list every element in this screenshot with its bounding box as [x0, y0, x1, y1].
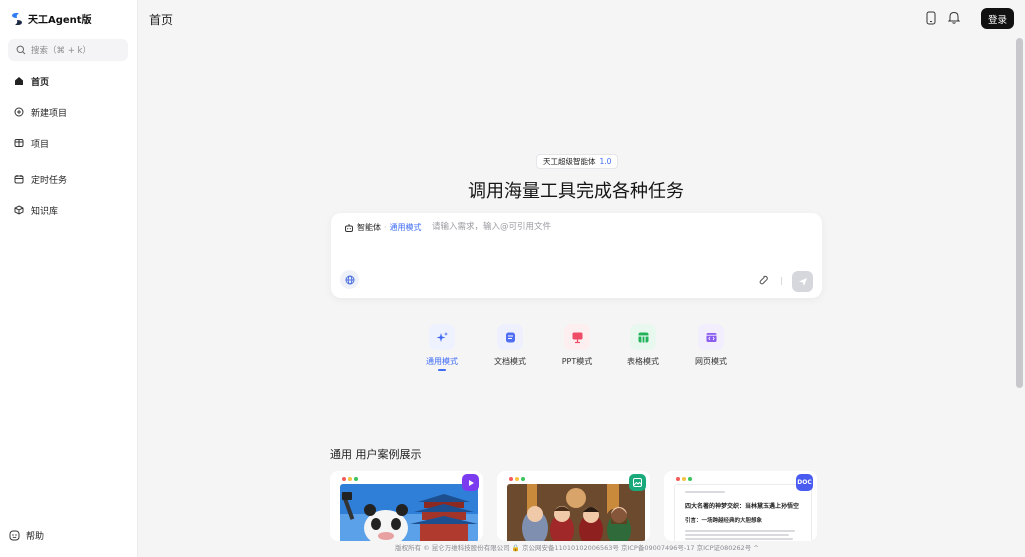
mode-icon-bg — [429, 324, 455, 350]
web-search-toggle[interactable] — [340, 270, 359, 289]
agent-mode-label: 通用模式 — [389, 223, 422, 232]
mode-general[interactable]: 通用模式 — [412, 324, 472, 371]
sidebar-item-knowledge-base[interactable]: 知识库 — [8, 199, 128, 221]
mode-icon-bg — [497, 324, 523, 350]
app-logo[interactable]: 天工Agent版 — [10, 11, 92, 26]
mode-label: 网页模式 — [695, 357, 727, 366]
video-tag — [462, 474, 479, 491]
home-icon — [15, 77, 23, 85]
hero-title: 调用海量工具完成各种任务 — [468, 181, 684, 202]
mode-icon-bg — [564, 324, 590, 350]
mode-label: 通用模式 — [426, 357, 458, 366]
help-button[interactable]: 帮助 — [9, 529, 44, 542]
sidebar-item-label: 首页 — [31, 77, 50, 88]
mode-icon-bg — [630, 324, 656, 350]
calendar-icon — [14, 175, 24, 184]
toolbar-divider — [781, 277, 782, 285]
sidebar: 天工Agent版 搜索（⌘ + k） 首页 新建项目 项目 定时任务 知识库 帮… — [0, 0, 138, 557]
sidebar-item-label: 知识库 — [31, 206, 59, 217]
mode-icon-bg — [698, 324, 724, 350]
case-card-characters[interactable] — [497, 471, 650, 541]
phone-icon[interactable] — [926, 11, 936, 25]
search-icon — [16, 45, 26, 55]
product-badge: 天工超级智能体 1.0 — [536, 154, 619, 169]
window-dots — [509, 477, 525, 481]
footer-legal: 版权所有 © 昆仑万维科技股份有限公司 🔒 京公网安备1101010200656… — [395, 544, 759, 552]
globe-icon — [345, 275, 354, 284]
mode-document[interactable]: 文档模式 — [480, 324, 540, 367]
mode-webpage[interactable]: 网页模式 — [681, 324, 741, 367]
doc-tag-label: DOC — [797, 479, 812, 486]
characters-image — [507, 484, 645, 541]
mode-label: 文档模式 — [494, 357, 526, 366]
window-dots — [676, 477, 692, 481]
send-icon — [798, 277, 807, 286]
mode-ppt[interactable]: PPT模式 — [547, 324, 607, 367]
case-thumbnail — [507, 484, 645, 541]
scrollbar[interactable] — [1016, 38, 1023, 388]
login-button[interactable]: 登录 — [981, 8, 1014, 29]
sidebar-item-home[interactable]: 首页 — [8, 70, 128, 92]
doc-text-line — [685, 530, 795, 532]
case-thumbnail: 四大名著的神梦交织：当林黛玉遇上孙悟空 引言：一场跨越经典的大胆想象 — [674, 484, 812, 541]
mode-label: 表格模式 — [627, 357, 659, 366]
cube-icon — [14, 205, 24, 215]
webpage-code-icon — [706, 332, 716, 342]
table-icon — [638, 332, 648, 342]
sidebar-item-projects[interactable]: 项目 — [8, 132, 128, 154]
sidebar-item-label: 新建项目 — [31, 108, 68, 119]
mode-label: PPT模式 — [561, 357, 593, 366]
search-box[interactable]: 搜索（⌘ + k） — [8, 39, 128, 61]
search-placeholder: 搜索（⌘ + k） — [31, 46, 91, 56]
send-button[interactable] — [792, 271, 813, 292]
presentation-icon — [572, 332, 582, 343]
doc-meta-line — [685, 491, 725, 493]
case-thumbnail — [340, 484, 478, 541]
attach-icon[interactable] — [757, 274, 769, 286]
bell-icon[interactable] — [947, 10, 961, 25]
active-mode-indicator — [438, 369, 446, 371]
badge-text: 天工超级智能体 — [543, 157, 596, 166]
project-box-icon — [14, 139, 24, 147]
sparkle-icon — [436, 331, 448, 342]
sidebar-item-label: 项目 — [31, 139, 50, 150]
agent-separator: · — [384, 223, 387, 232]
case-card-document[interactable]: 四大名著的神梦交织：当林黛玉遇上孙悟空 引言：一场跨越经典的大胆想象 DOC — [664, 471, 817, 541]
document-icon — [505, 332, 515, 342]
panda-temple-image — [340, 484, 478, 541]
logo-icon — [12, 12, 22, 25]
help-label: 帮助 — [26, 532, 45, 542]
sidebar-item-scheduled-tasks[interactable]: 定时任务 — [8, 168, 128, 190]
agent-mode-selector[interactable]: 智能体 · 通用模式 — [344, 222, 422, 233]
image-tag — [629, 474, 646, 491]
mode-table[interactable]: 表格模式 — [613, 324, 673, 367]
case-card-panda[interactable] — [330, 471, 483, 541]
prompt-input[interactable] — [432, 219, 802, 235]
play-icon — [468, 479, 474, 486]
doc-text-line — [685, 534, 789, 536]
prompt-card: 智能体 · 通用模式 — [331, 213, 822, 298]
doc-subheading: 引言：一场跨越经典的大胆想象 — [685, 518, 763, 524]
agent-label: 智能体 — [357, 223, 381, 232]
sidebar-item-new-project[interactable]: 新建项目 — [8, 101, 128, 123]
page-title: 首页 — [149, 13, 174, 27]
image-icon — [633, 478, 642, 487]
cases-section-title: 通用 用户案例展示 — [330, 448, 422, 461]
doc-text-line — [685, 538, 793, 540]
window-dots — [342, 477, 358, 481]
doc-tag: DOC — [796, 474, 813, 491]
help-face-icon — [9, 530, 20, 541]
plus-circle-icon — [14, 107, 24, 117]
app-name: 天工Agent版 — [28, 15, 92, 26]
doc-heading: 四大名著的神梦交织：当林黛玉遇上孙悟空 — [685, 503, 800, 510]
robot-icon — [345, 223, 353, 232]
badge-version: 1.0 — [599, 157, 612, 166]
sidebar-item-label: 定时任务 — [31, 175, 68, 186]
